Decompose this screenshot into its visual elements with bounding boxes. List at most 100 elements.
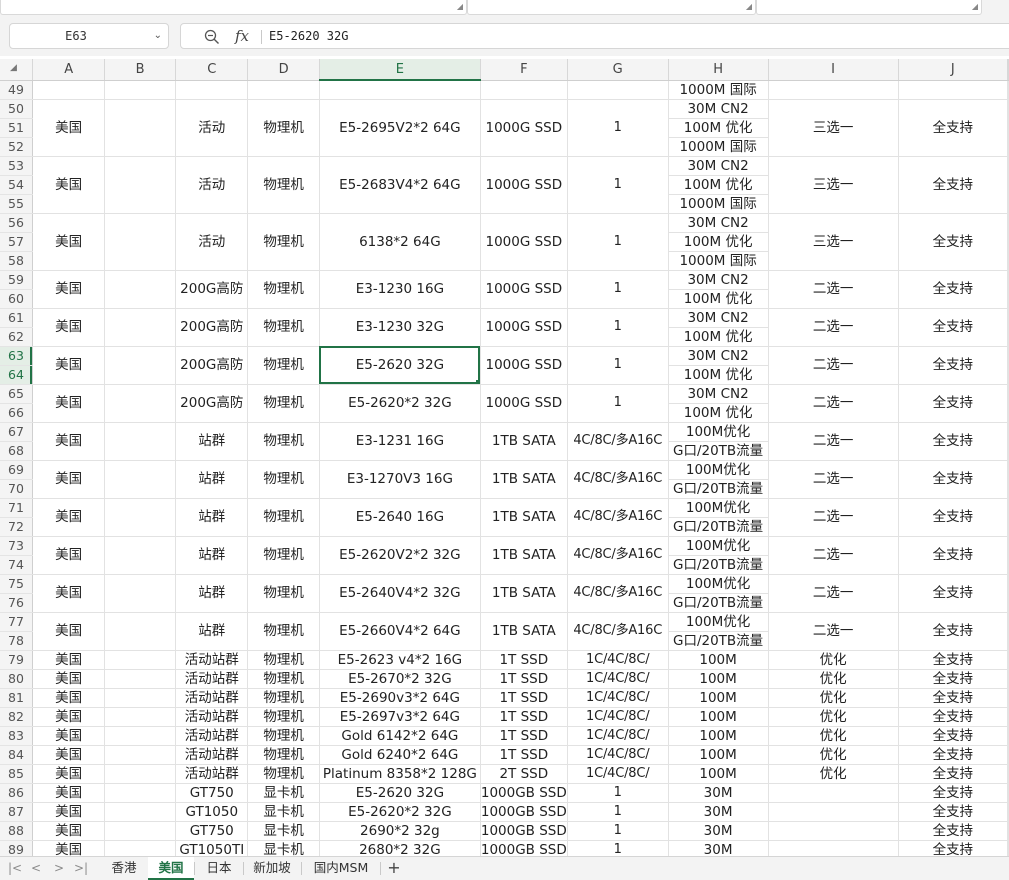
- cell-b[interactable]: [104, 802, 177, 822]
- cell-category[interactable]: 活动站群: [175, 688, 249, 708]
- cell-support[interactable]: 全支持: [898, 612, 1009, 651]
- cell-k[interactable]: [1007, 574, 1009, 613]
- cell-cpu-ram[interactable]: 2690*2 32g: [319, 821, 481, 841]
- cell-ip[interactable]: 1C/4C/8C/: [567, 707, 669, 727]
- cell-disk[interactable]: 1TB SATA: [480, 422, 568, 461]
- cell-type[interactable]: 物理机: [247, 612, 320, 651]
- cell-category[interactable]: 活动站群: [175, 650, 249, 670]
- cell-cpu-ram[interactable]: 2680*2 32G: [319, 840, 481, 856]
- cell-ip[interactable]: 1: [567, 308, 669, 347]
- row-header[interactable]: 67: [0, 422, 34, 442]
- cell-bandwidth[interactable]: 30M: [668, 783, 769, 803]
- sheet-tab-5[interactable]: 国内MSM: [302, 857, 380, 880]
- cell-bandwidth[interactable]: 100M优化: [668, 612, 769, 632]
- column-header-j[interactable]: J: [898, 59, 1009, 81]
- cell-country[interactable]: 美国: [32, 213, 105, 271]
- row-header[interactable]: 50: [0, 99, 34, 119]
- cell-ip[interactable]: 4C/8C/多A16C: [567, 612, 669, 651]
- cell-b[interactable]: [104, 213, 177, 271]
- cell-disk[interactable]: 1000GB SSD: [480, 840, 568, 856]
- cell-cpu-ram[interactable]: E3-1231 16G: [319, 422, 481, 461]
- cell-bandwidth[interactable]: 100M 优化: [668, 403, 769, 423]
- cell-cpu-ram[interactable]: E5-2695V2*2 64G: [319, 99, 481, 157]
- cell-country[interactable]: 美国: [32, 384, 105, 423]
- cell-ip[interactable]: 1: [567, 384, 669, 423]
- cell-bandwidth[interactable]: G口/20TB流量: [668, 631, 769, 651]
- column-header-b[interactable]: B: [104, 59, 177, 81]
- cell-category[interactable]: 200G高防: [175, 384, 249, 423]
- cell-bandwidth[interactable]: 100M: [668, 650, 769, 670]
- cell-disk[interactable]: 1000GB SSD: [480, 802, 568, 822]
- cell-disk[interactable]: 1T SSD: [480, 650, 568, 670]
- cell-category[interactable]: 活动站群: [175, 745, 249, 765]
- sheet-tab-4[interactable]: 新加坡: [243, 857, 301, 880]
- cell-b[interactable]: [104, 536, 177, 575]
- cell-country[interactable]: 美国: [32, 308, 105, 347]
- cell-bandwidth[interactable]: 30M CN2: [668, 308, 769, 328]
- cell-b[interactable]: [104, 821, 177, 841]
- cell-category[interactable]: 活动站群: [175, 669, 249, 689]
- cell-disk[interactable]: 1000G SSD: [480, 384, 568, 423]
- cell-category[interactable]: GT1050: [175, 802, 249, 822]
- cell-bandwidth[interactable]: 30M CN2: [668, 156, 769, 176]
- row-header[interactable]: 81: [0, 688, 34, 708]
- add-sheet-button[interactable]: +: [384, 857, 404, 879]
- cell-b[interactable]: [104, 80, 177, 100]
- cell-disk[interactable]: 1TB SATA: [480, 574, 568, 613]
- row-header[interactable]: 61: [0, 308, 34, 328]
- cell-bandwidth[interactable]: 100M 优化: [668, 327, 769, 347]
- select-all-corner[interactable]: ◢: [0, 59, 34, 81]
- cell-bandwidth[interactable]: G口/20TB流量: [668, 555, 769, 575]
- cell-cpu-ram[interactable]: Gold 6142*2 64G: [319, 726, 481, 746]
- cell-line-choice[interactable]: 二选一: [768, 422, 899, 461]
- cell-cpu-ram[interactable]: E3-1230 16G: [319, 270, 481, 309]
- cell-line-choice[interactable]: 二选一: [768, 536, 899, 575]
- formula-input[interactable]: fx E5-2620 32G: [180, 23, 1009, 49]
- cell-b[interactable]: [104, 574, 177, 613]
- cell-support[interactable]: 全支持: [898, 650, 1009, 670]
- cell-line-choice[interactable]: 二选一: [768, 574, 899, 613]
- cell-country[interactable]: 美国: [32, 422, 105, 461]
- cell-bandwidth[interactable]: 100M优化: [668, 574, 769, 594]
- cell-bandwidth[interactable]: 1000M 国际: [668, 80, 769, 100]
- cell-type[interactable]: 显卡机: [247, 783, 320, 803]
- cell-category[interactable]: [175, 80, 249, 100]
- cell-category[interactable]: 站群: [175, 612, 249, 651]
- row-header[interactable]: 74: [0, 555, 34, 575]
- cell-cpu-ram[interactable]: E3-1230 32G: [319, 308, 481, 347]
- cell-country[interactable]: 美国: [32, 270, 105, 309]
- cell-ip[interactable]: 1C/4C/8C/: [567, 650, 669, 670]
- cell-k[interactable]: [1007, 99, 1009, 157]
- chevron-down-icon[interactable]: ⌄: [154, 24, 162, 48]
- cell-b[interactable]: [104, 384, 177, 423]
- cell-type[interactable]: 物理机: [247, 650, 320, 670]
- cell-support[interactable]: 全支持: [898, 460, 1009, 499]
- cell-support[interactable]: 全支持: [898, 536, 1009, 575]
- cell-bandwidth[interactable]: 100M优化: [668, 498, 769, 518]
- cell-type[interactable]: 物理机: [247, 346, 320, 385]
- cell-ip[interactable]: 1: [567, 840, 669, 856]
- row-header[interactable]: 51: [0, 118, 34, 138]
- column-header-g[interactable]: G: [567, 59, 669, 81]
- cell-cpu-ram[interactable]: E5-2683V4*2 64G: [319, 156, 481, 214]
- cell-disk[interactable]: 1T SSD: [480, 707, 568, 727]
- cell-type[interactable]: 物理机: [247, 764, 320, 784]
- cell-line-choice[interactable]: 优化: [768, 688, 899, 708]
- cell-b[interactable]: [104, 688, 177, 708]
- cell-ip[interactable]: 1: [567, 783, 669, 803]
- cell-ip[interactable]: 1C/4C/8C/: [567, 688, 669, 708]
- cell-type[interactable]: 物理机: [247, 574, 320, 613]
- cell-bandwidth[interactable]: 100M 优化: [668, 232, 769, 252]
- row-header[interactable]: 56: [0, 213, 34, 233]
- row-header[interactable]: 88: [0, 821, 34, 841]
- first-sheet-icon[interactable]: |<: [6, 857, 24, 879]
- cell-k[interactable]: [1007, 745, 1009, 765]
- cell-b[interactable]: [104, 650, 177, 670]
- cell-category[interactable]: 站群: [175, 422, 249, 461]
- column-header-i[interactable]: I: [768, 59, 899, 81]
- cell-b[interactable]: [104, 346, 177, 385]
- cell-support[interactable]: 全支持: [898, 99, 1009, 157]
- cell-ip[interactable]: 1: [567, 346, 669, 385]
- cell-category[interactable]: 站群: [175, 536, 249, 575]
- cell-disk[interactable]: 1T SSD: [480, 745, 568, 765]
